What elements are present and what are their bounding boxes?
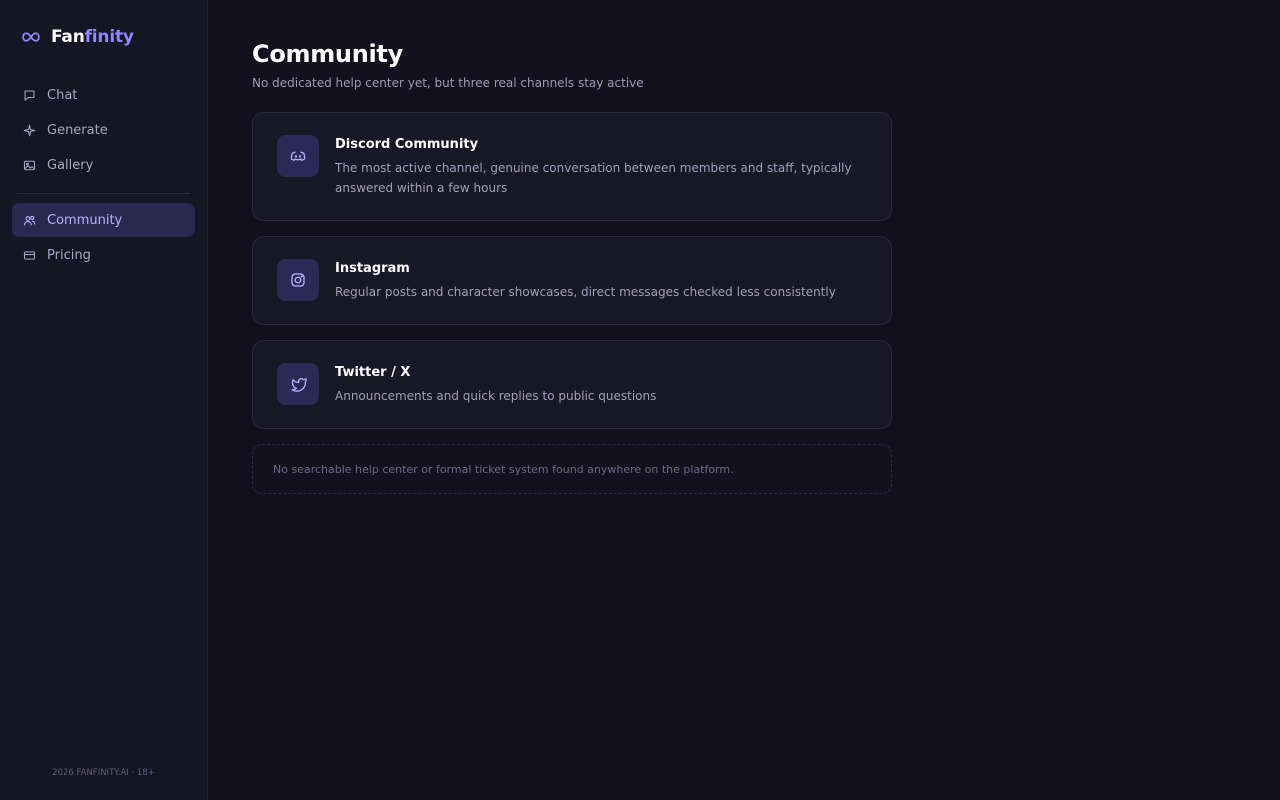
credit-card-icon: [23, 249, 36, 262]
sidebar-item-gallery[interactable]: Gallery: [12, 148, 195, 182]
channel-title: Twitter / X: [335, 365, 411, 380]
sidebar-item-pricing[interactable]: Pricing: [12, 238, 195, 272]
channel-list: Discord Community The most active channe…: [252, 112, 892, 429]
channel-card-instagram[interactable]: Instagram Regular posts and character sh…: [252, 236, 892, 325]
channel-card-twitter[interactable]: Twitter / X Announcements and quick repl…: [252, 340, 892, 429]
help-center-note: No searchable help center or formal tick…: [252, 444, 892, 494]
channel-title: Discord Community: [335, 137, 479, 152]
sidebar-item-community[interactable]: Community: [12, 203, 195, 237]
sidebar-item-label: Community: [47, 212, 123, 228]
brand-logo[interactable]: Fanfinity: [12, 0, 195, 74]
sidebar-item-label: Pricing: [47, 247, 91, 263]
channel-description: The most active channel, genuine convers…: [335, 161, 852, 195]
page-title: Community: [252, 40, 403, 68]
channel-card-body: Discord Community The most active channe…: [335, 135, 867, 198]
app-root: Fanfinity Chat Generate Gallery Communit…: [0, 0, 1280, 800]
sidebar-item-generate[interactable]: Generate: [12, 113, 195, 147]
main-content: Community No dedicated help center yet, …: [208, 0, 1280, 800]
brand-name: Fanfinity: [51, 27, 134, 47]
sidebar-item-label: Gallery: [47, 157, 94, 173]
channel-card-body: Instagram Regular posts and character sh…: [335, 259, 836, 302]
chat-icon: [23, 89, 36, 102]
discord-icon: [277, 135, 319, 177]
infinity-icon: [22, 31, 40, 43]
instagram-icon: [277, 259, 319, 301]
sidebar-item-label: Generate: [47, 122, 108, 138]
channel-card-discord[interactable]: Discord Community The most active channe…: [252, 112, 892, 221]
channel-description: Regular posts and character showcases, d…: [335, 285, 836, 299]
sidebar-nav: Chat Generate Gallery Community Pricing: [12, 78, 195, 272]
image-icon: [23, 159, 36, 172]
twitter-icon: [277, 363, 319, 405]
sidebar-item-label: Chat: [47, 87, 78, 103]
sparkle-icon: [23, 124, 36, 137]
channel-card-body: Twitter / X Announcements and quick repl…: [335, 363, 656, 406]
brand-prefix: Fan: [51, 27, 85, 47]
page-subtitle: No dedicated help center yet, but three …: [252, 76, 644, 90]
sidebar-item-chat[interactable]: Chat: [12, 78, 195, 112]
sidebar: Fanfinity Chat Generate Gallery Communit…: [0, 0, 208, 800]
users-icon: [23, 214, 36, 227]
sidebar-divider: [17, 193, 190, 194]
brand-suffix: finity: [84, 27, 134, 47]
channel-title: Instagram: [335, 261, 410, 276]
sidebar-footer: 2026 FANFINITY.AI · 18+: [52, 768, 155, 778]
channel-description: Announcements and quick replies to publi…: [335, 389, 657, 403]
